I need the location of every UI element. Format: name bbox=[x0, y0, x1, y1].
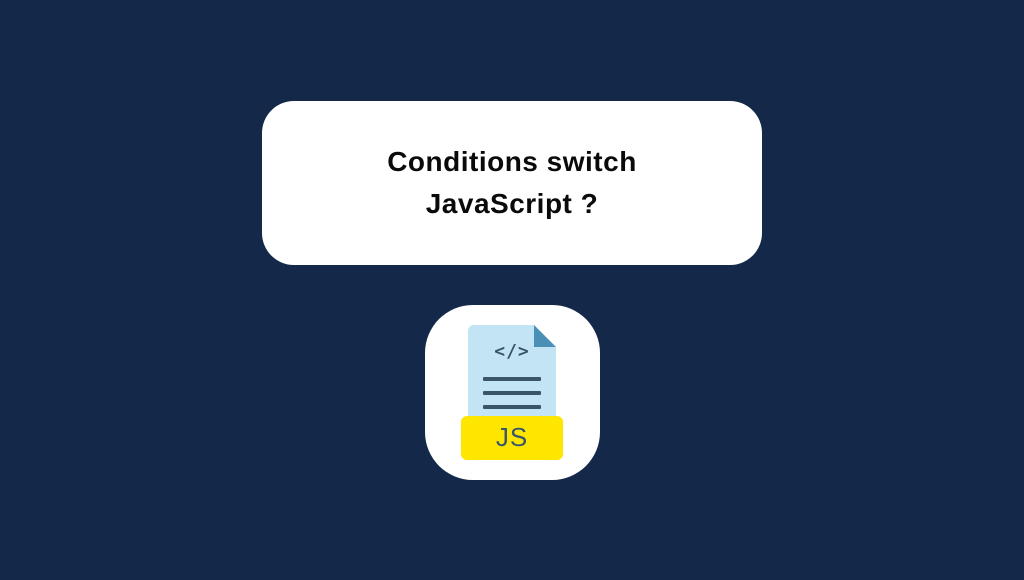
js-badge-text: JS bbox=[496, 422, 528, 453]
document-corner-fold bbox=[534, 325, 556, 347]
js-file-icon: </> JS bbox=[457, 325, 567, 460]
document-icon: </> bbox=[468, 325, 556, 430]
code-symbol-icon: </> bbox=[494, 341, 530, 362]
title-card: Conditions switch JavaScript ? bbox=[262, 101, 762, 265]
document-line bbox=[483, 391, 541, 395]
document-line bbox=[483, 377, 541, 381]
title-line-1: Conditions switch bbox=[387, 146, 637, 177]
title-text: Conditions switch JavaScript ? bbox=[322, 141, 702, 225]
title-line-2: JavaScript ? bbox=[426, 188, 599, 219]
js-badge: JS bbox=[461, 416, 563, 460]
document-line bbox=[483, 405, 541, 409]
js-icon-tile: </> JS bbox=[425, 305, 600, 480]
